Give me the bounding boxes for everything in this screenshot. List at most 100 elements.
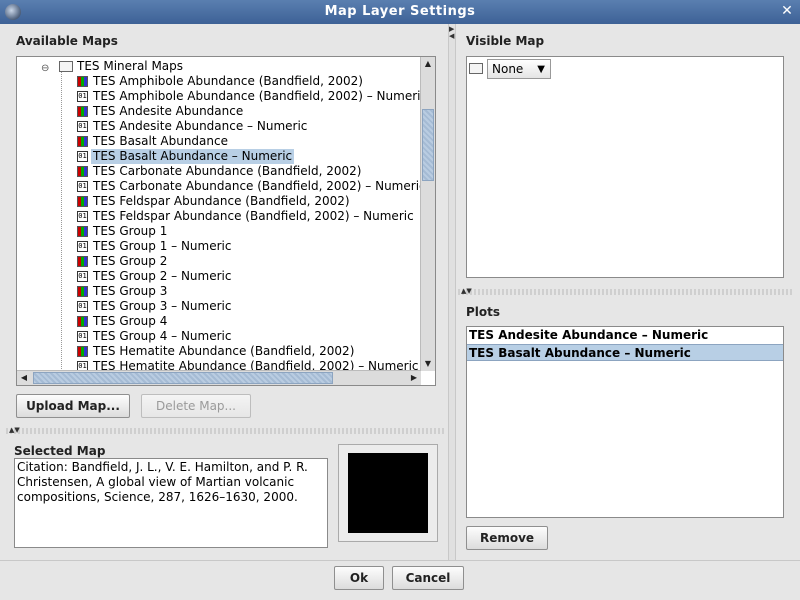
tree-item[interactable]: 01 TES Feldspar Abundance (Bandfield, 200… <box>17 209 421 224</box>
numeric-map-icon: 01 <box>77 301 88 312</box>
numeric-map-icon: 01 <box>77 91 88 102</box>
map-preview-frame <box>338 444 438 542</box>
available-maps-label: Available Maps <box>16 34 118 48</box>
tree-item-label: TES Andesite Abundance <box>93 104 244 118</box>
tree-folder-label: TES Mineral Maps <box>77 59 184 73</box>
right-splitter-arrows-icon[interactable]: ▲▼ <box>461 287 472 295</box>
tree-item-label: TES Group 2 – Numeric <box>93 269 232 283</box>
citation-text[interactable]: Citation: Bandfield, J. L., V. E. Hamilt… <box>14 458 328 548</box>
title-bar[interactable]: Map Layer Settings ✕ <box>0 0 800 24</box>
tree-item-label: TES Group 2 <box>93 254 168 268</box>
close-icon[interactable]: ✕ <box>780 4 794 18</box>
rgb-map-icon <box>77 76 88 87</box>
upload-map-button[interactable]: Upload Map... <box>16 394 130 418</box>
visible-map-label: Visible Map <box>466 34 545 48</box>
folder-icon <box>59 61 73 72</box>
rgb-map-icon <box>77 136 88 147</box>
numeric-map-icon: 01 <box>77 241 88 252</box>
splitter-arrows-icon[interactable]: ▲▼ <box>9 426 20 434</box>
tree-item-label: TES Basalt Abundance – Numeric <box>91 149 295 164</box>
tree-item[interactable]: TES Hematite Abundance (Bandfield, 2002) <box>17 344 421 359</box>
visible-map-select-value: None <box>492 62 524 76</box>
tree-vertical-scrollbar[interactable]: ▲ ▼ <box>420 57 435 371</box>
tree-item[interactable]: TES Group 4 <box>17 314 421 329</box>
tree-horizontal-scrollbar[interactable]: ◀ ▶ <box>17 370 421 385</box>
tree-item[interactable]: TES Amphibole Abundance (Bandfield, 2002… <box>17 74 421 89</box>
tree-item-label: TES Group 4 – Numeric <box>93 329 232 343</box>
cancel-button[interactable]: Cancel <box>392 566 464 590</box>
vertical-splitter-arrows-icon[interactable]: ▶ ◀ <box>449 26 454 40</box>
tree-item-label: TES Amphibole Abundance (Bandfield, 2002… <box>93 74 363 88</box>
right-splitter[interactable] <box>458 289 794 295</box>
tree-item[interactable]: TES Group 2 <box>17 254 421 269</box>
rgb-map-icon <box>77 286 88 297</box>
tree-item[interactable]: 01 TES Group 1 – Numeric <box>17 239 421 254</box>
remove-plot-button[interactable]: Remove <box>466 526 548 550</box>
plots-list[interactable]: TES Andesite Abundance – Numeric TES Basa… <box>466 326 784 518</box>
tree-item-label: TES Andesite Abundance – Numeric <box>93 119 308 133</box>
tree-item[interactable]: 01 TES Amphibole Abundance (Bandfield, 20… <box>17 89 421 104</box>
tree-item-label: TES Feldspar Abundance (Bandfield, 2002)… <box>93 209 414 223</box>
tree-item[interactable]: TES Group 1 <box>17 224 421 239</box>
tree-item[interactable]: TES Carbonate Abundance (Bandfield, 2002… <box>17 164 421 179</box>
tree-item[interactable]: 01 TES Group 2 – Numeric <box>17 269 421 284</box>
scroll-up-icon[interactable]: ▲ <box>421 57 435 71</box>
tree-item[interactable]: 01 TES Group 4 – Numeric <box>17 329 421 344</box>
ok-button[interactable]: Ok <box>334 566 384 590</box>
numeric-map-icon: 01 <box>77 181 88 192</box>
rgb-map-icon <box>77 226 88 237</box>
tree-item-label: TES Hematite Abundance (Bandfield, 2002) <box>93 344 355 358</box>
folder-icon <box>469 63 483 74</box>
vertical-scroll-thumb[interactable] <box>422 109 434 181</box>
map-preview-image <box>348 453 428 533</box>
left-splitter[interactable] <box>6 428 446 434</box>
numeric-map-icon: 01 <box>77 331 88 342</box>
tree-item[interactable]: TES Group 3 <box>17 284 421 299</box>
rgb-map-icon <box>77 256 88 267</box>
available-maps-tree[interactable]: ⊖ TES Mineral Maps TES Amphibole Abundan… <box>16 56 436 386</box>
tree-item[interactable]: 01 TES Group 3 – Numeric <box>17 299 421 314</box>
tree-item-label: TES Amphibole Abundance (Bandfield, 2002… <box>93 89 421 103</box>
tree-item[interactable]: 01 TES Basalt Abundance – Numeric <box>17 149 421 164</box>
visible-map-panel: None ▼ <box>466 56 784 278</box>
rgb-map-icon <box>77 346 88 357</box>
tree-item[interactable]: TES Basalt Abundance <box>17 134 421 149</box>
tree-item-label: TES Group 4 <box>93 314 168 328</box>
tree-item[interactable]: TES Andesite Abundance <box>17 104 421 119</box>
window-title: Map Layer Settings <box>324 4 476 19</box>
footer-separator <box>0 560 800 561</box>
rgb-map-icon <box>77 166 88 177</box>
vertical-splitter[interactable]: ▶ ◀ <box>448 24 456 560</box>
horizontal-scroll-thumb[interactable] <box>33 372 333 384</box>
rgb-map-icon <box>77 316 88 327</box>
tree-item[interactable]: 01 TES Carbonate Abundance (Bandfield, 20… <box>17 179 421 194</box>
plot-list-item[interactable]: TES Basalt Abundance – Numeric <box>467 344 783 361</box>
numeric-map-icon: 01 <box>77 211 88 222</box>
numeric-map-icon: 01 <box>77 271 88 282</box>
delete-map-button[interactable]: Delete Map... <box>141 394 251 418</box>
tree-item-label: TES Group 1 <box>93 224 168 238</box>
tree-viewport: ⊖ TES Mineral Maps TES Amphibole Abundan… <box>17 57 421 371</box>
scroll-left-icon[interactable]: ◀ <box>17 371 31 385</box>
tree-item[interactable]: 01 TES Andesite Abundance – Numeric <box>17 119 421 134</box>
tree-folder-tes-mineral-maps[interactable]: ⊖ TES Mineral Maps <box>17 59 421 74</box>
scroll-down-icon[interactable]: ▼ <box>421 357 435 371</box>
numeric-map-icon: 01 <box>77 151 88 162</box>
rgb-map-icon <box>77 106 88 117</box>
tree-item-label: TES Group 3 <box>93 284 168 298</box>
tree-item-label: TES Carbonate Abundance (Bandfield, 2002… <box>93 164 362 178</box>
tree-item[interactable]: TES Feldspar Abundance (Bandfield, 2002) <box>17 194 421 209</box>
plot-list-item[interactable]: TES Andesite Abundance – Numeric <box>467 327 783 344</box>
tree-item-label: TES Group 3 – Numeric <box>93 299 232 313</box>
plots-label: Plots <box>466 305 501 319</box>
chevron-down-icon[interactable]: ▼ <box>537 64 545 75</box>
visible-map-select[interactable]: None ▼ <box>487 59 551 79</box>
tree-item-label: TES Basalt Abundance <box>93 134 228 148</box>
tree-item-label: TES Feldspar Abundance (Bandfield, 2002) <box>93 194 350 208</box>
scroll-right-icon[interactable]: ▶ <box>407 371 421 385</box>
numeric-map-icon: 01 <box>77 121 88 132</box>
map-layer-settings-dialog: Map Layer Settings ✕ Available Maps ⊖ TE… <box>0 0 800 600</box>
tree-item-label: TES Group 1 – Numeric <box>93 239 232 253</box>
tree-item-label: TES Carbonate Abundance (Bandfield, 2002… <box>93 179 421 193</box>
selected-map-label: Selected Map <box>14 444 106 458</box>
